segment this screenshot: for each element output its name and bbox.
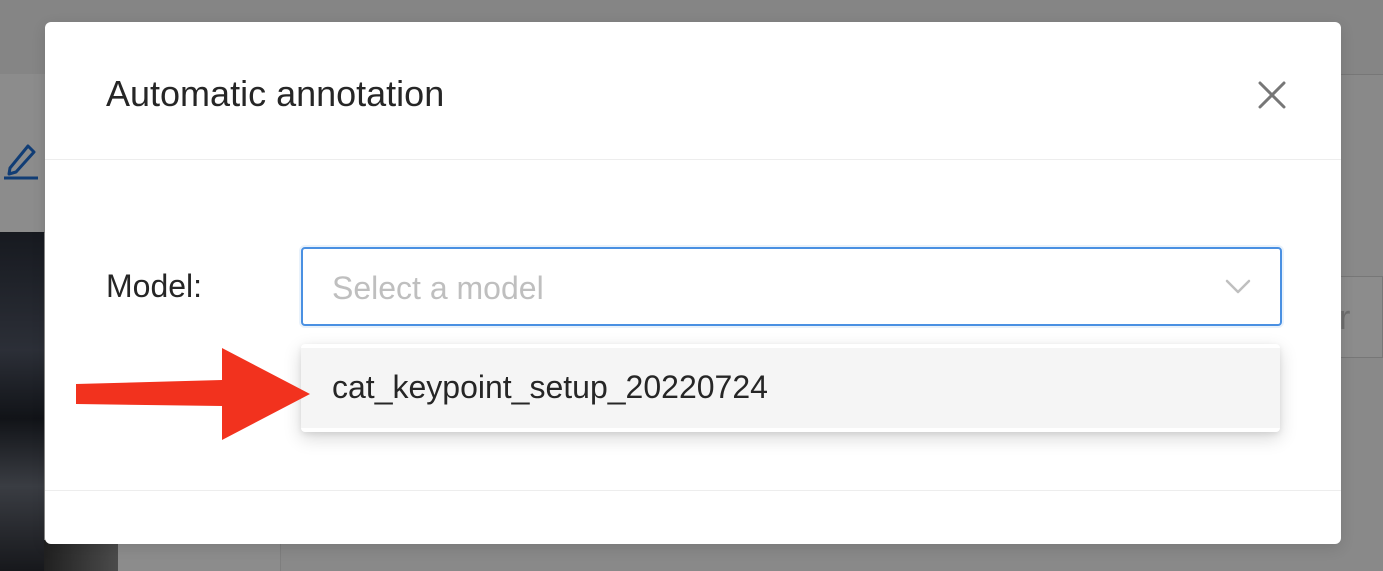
model-select-placeholder: Select a model [332, 270, 544, 306]
red-arrow-icon [76, 348, 310, 440]
model-select[interactable]: Select a model [301, 247, 1282, 326]
modal-title: Automatic annotation [106, 73, 445, 114]
modal-header: Automatic annotation [45, 22, 1341, 160]
model-dropdown: cat_keypoint_setup_20220724 [301, 344, 1280, 432]
automatic-annotation-modal: Automatic annotation Model: Select a mod… [45, 22, 1341, 544]
chevron-down-icon [1225, 279, 1251, 294]
modal-footer [45, 490, 1341, 544]
model-label: Model: [106, 268, 203, 304]
close-icon[interactable] [1252, 75, 1292, 115]
dropdown-option-cat-keypoint[interactable]: cat_keypoint_setup_20220724 [301, 348, 1280, 428]
dropdown-option-label: cat_keypoint_setup_20220724 [332, 369, 768, 405]
